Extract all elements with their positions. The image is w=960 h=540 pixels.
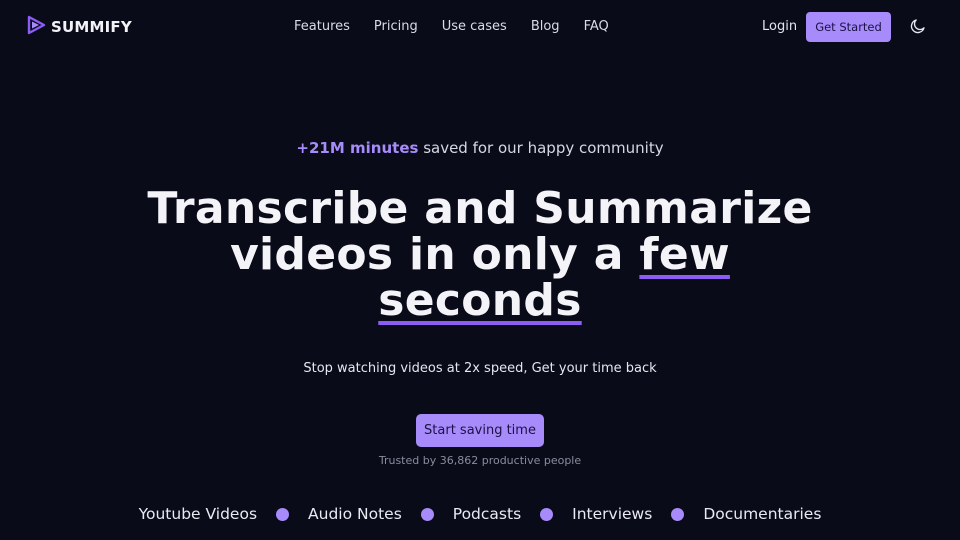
nav-faq[interactable]: FAQ — [584, 18, 609, 36]
use-case-youtube-videos: Youtube Videos — [138, 505, 258, 523]
use-case-documentaries: Documentaries — [703, 505, 822, 523]
play-logo-icon — [26, 15, 46, 39]
bullet-dot-icon — [420, 507, 434, 521]
social-proof-text: Trusted by 36,862 productive people — [378, 454, 582, 467]
use-case-list: Youtube Videos Audio Notes Podcasts Inte… — [0, 504, 960, 524]
tagline-text: saved for our happy community — [418, 139, 664, 157]
theme-toggle-button[interactable] — [909, 17, 929, 37]
nav-features[interactable]: Features — [294, 18, 350, 36]
brand-logo[interactable]: SUMMIFY — [26, 15, 132, 39]
bullet-dot-icon — [276, 507, 290, 521]
start-saving-time-button[interactable]: Start saving time — [416, 414, 544, 447]
get-started-button[interactable]: Get Started — [806, 12, 891, 42]
brand-name: SUMMIFY — [51, 18, 132, 36]
login-link[interactable]: Login — [762, 18, 797, 36]
nav-pricing[interactable]: Pricing — [374, 18, 418, 36]
use-case-podcasts: Podcasts — [452, 505, 522, 523]
bullet-dot-icon — [671, 507, 685, 521]
use-case-interviews: Interviews — [572, 505, 653, 523]
nav-use-cases[interactable]: Use cases — [442, 18, 507, 36]
tagline: +21M minutes saved for our happy communi… — [0, 138, 960, 158]
headline-underlined-seconds: seconds — [378, 275, 582, 326]
subheadline: Stop watching videos at 2x speed, Get yo… — [303, 361, 657, 376]
headline-underlined-few: few — [639, 229, 730, 280]
tagline-highlight: +21M minutes — [296, 139, 419, 157]
use-case-audio-notes: Audio Notes — [308, 505, 402, 523]
nav-blog[interactable]: Blog — [531, 18, 560, 36]
top-header: SUMMIFY Features Pricing Use cases Blog … — [0, 0, 960, 54]
main-nav: Features Pricing Use cases Blog FAQ — [294, 18, 633, 36]
headline-line-1: Transcribe and Summarize — [147, 183, 813, 234]
page-title: Transcribe and Summarize videos in only … — [0, 186, 960, 324]
bullet-dot-icon — [540, 507, 554, 521]
moon-icon — [909, 19, 927, 39]
headline-line-2: videos in only a — [230, 229, 640, 280]
